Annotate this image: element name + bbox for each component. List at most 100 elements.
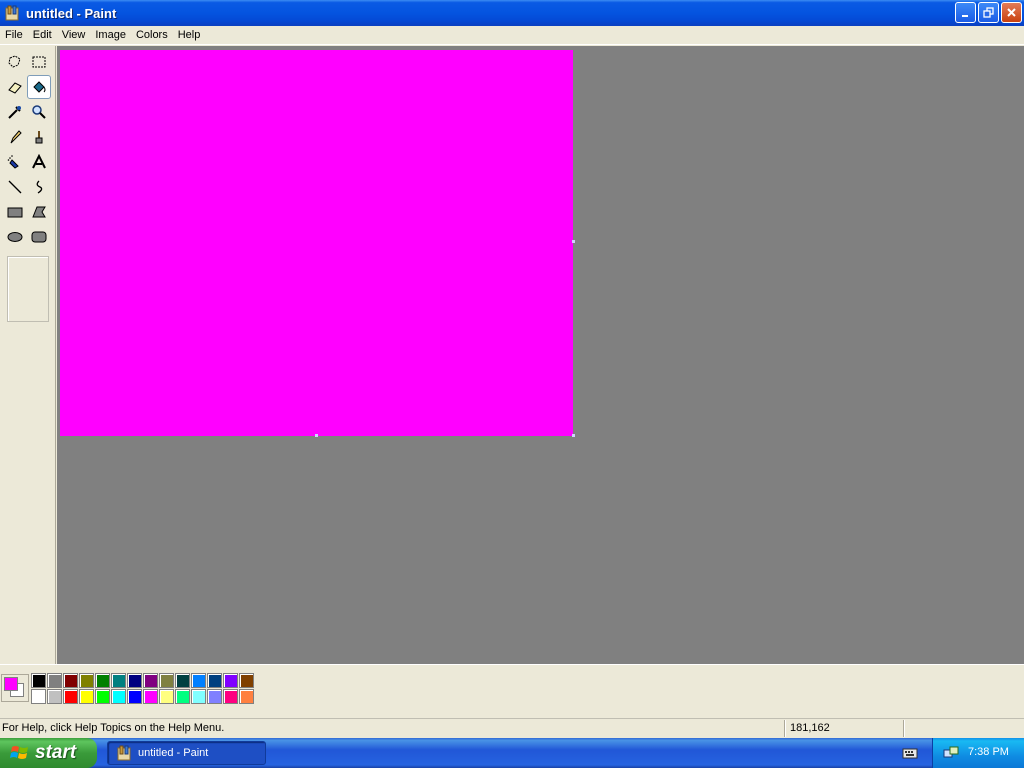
rounded-rect-icon (31, 231, 47, 243)
eraser-tool[interactable] (3, 75, 27, 99)
menu-file[interactable]: File (0, 27, 28, 44)
status-bar: For Help, click Help Topics on the Help … (0, 718, 1024, 738)
palette-swatch[interactable] (223, 673, 238, 688)
eyedropper-icon (8, 106, 21, 119)
palette-swatch[interactable] (63, 673, 78, 688)
palette-swatch[interactable] (175, 673, 190, 688)
palette-swatch[interactable] (207, 673, 222, 688)
palette-swatch[interactable] (31, 689, 46, 704)
title-bar[interactable]: untitled - Paint (0, 0, 1024, 26)
airbrush-tool[interactable] (3, 150, 27, 174)
curve-tool[interactable] (27, 175, 51, 199)
palette-swatch[interactable] (143, 689, 158, 704)
restore-icon (983, 7, 994, 18)
palette-swatch[interactable] (127, 689, 142, 704)
select-tool[interactable] (27, 50, 51, 74)
free-form-select-tool[interactable] (3, 50, 27, 74)
polygon-icon (32, 206, 46, 218)
start-label: start (35, 742, 77, 763)
palette-swatch[interactable] (191, 673, 206, 688)
resize-handle-corner[interactable] (572, 434, 575, 437)
polygon-tool[interactable] (27, 200, 51, 224)
palette-swatch[interactable] (31, 673, 46, 688)
network-icon[interactable] (943, 745, 959, 761)
foreground-color (4, 677, 18, 691)
color-box (0, 664, 1024, 714)
menu-bar: File Edit View Image Colors Help (0, 26, 1024, 45)
pencil-tool[interactable] (3, 125, 27, 149)
line-icon (8, 180, 22, 194)
drawing-workspace[interactable] (57, 46, 1024, 664)
palette-swatch[interactable] (95, 689, 110, 704)
palette-swatch[interactable] (223, 689, 238, 704)
pencil-icon (10, 130, 22, 144)
close-icon (1007, 8, 1016, 17)
resize-handle-bottom[interactable] (315, 434, 318, 437)
palette-swatch[interactable] (239, 689, 254, 704)
menu-help[interactable]: Help (173, 27, 206, 44)
palette-swatch[interactable] (239, 673, 254, 688)
rounded-rectangle-tool[interactable] (27, 225, 51, 249)
free-form-select-icon (8, 55, 21, 68)
palette-swatch[interactable] (159, 673, 174, 688)
magnifier-tool[interactable] (27, 100, 51, 124)
text-tool[interactable] (27, 150, 51, 174)
palette-swatch[interactable] (127, 673, 142, 688)
current-colors (1, 674, 29, 702)
brush-tool[interactable] (27, 125, 51, 149)
rectangle-icon (7, 207, 23, 218)
restore-button[interactable] (978, 2, 999, 23)
menu-edit[interactable]: Edit (28, 27, 57, 44)
text-icon (32, 154, 46, 169)
palette-swatch[interactable] (111, 689, 126, 704)
menu-image[interactable]: Image (90, 27, 131, 44)
rectangle-tool[interactable] (3, 200, 27, 224)
system-tray: 7:38 PM (932, 738, 1024, 768)
start-button[interactable]: start (0, 738, 97, 768)
close-button[interactable] (1001, 2, 1022, 23)
brush-icon (35, 131, 43, 144)
palette-swatch[interactable] (47, 689, 62, 704)
pick-color-tool[interactable] (3, 100, 27, 124)
palette-swatch[interactable] (207, 689, 222, 704)
palette-swatch[interactable] (79, 673, 94, 688)
palette-swatch[interactable] (143, 673, 158, 688)
palette-swatch[interactable] (159, 689, 174, 704)
menu-colors[interactable]: Colors (131, 27, 173, 44)
windows-logo-icon (10, 746, 28, 759)
ellipse-tool[interactable] (3, 225, 27, 249)
palette-swatch[interactable] (111, 673, 126, 688)
paint-app-icon (117, 745, 131, 761)
minimize-button[interactable] (955, 2, 976, 23)
status-divider (903, 720, 904, 737)
resize-handle-right[interactable] (572, 240, 575, 243)
keyboard-icon[interactable] (902, 746, 918, 760)
palette-swatch[interactable] (191, 689, 206, 704)
curve-icon (36, 180, 43, 194)
clock[interactable]: 7:38 PM (968, 746, 1009, 758)
airbrush-icon (7, 155, 19, 169)
tool-box (0, 46, 56, 664)
taskbar: start untitled - Paint 7:38 PM (0, 738, 1024, 768)
palette-swatch[interactable] (79, 689, 94, 704)
palette-swatch[interactable] (63, 689, 78, 704)
line-tool[interactable] (3, 175, 27, 199)
palette-swatch[interactable] (95, 673, 110, 688)
palette-swatch[interactable] (175, 689, 190, 704)
paint-bucket-icon (33, 81, 46, 93)
fill-with-color-tool[interactable] (27, 75, 51, 99)
rect-select-icon (32, 56, 46, 68)
taskbar-paint-button[interactable]: untitled - Paint (107, 741, 266, 765)
drawing-canvas[interactable] (60, 50, 573, 436)
palette-swatch[interactable] (47, 673, 62, 688)
status-divider (784, 720, 785, 737)
status-help-text: For Help, click Help Topics on the Help … (2, 722, 225, 734)
menu-view[interactable]: View (57, 27, 91, 44)
paint-app-icon[interactable] (4, 5, 20, 21)
eraser-icon (8, 82, 22, 94)
tool-options-panel[interactable] (7, 256, 49, 322)
minimize-icon (962, 15, 968, 17)
status-coordinates: 181,162 (790, 722, 830, 734)
ellipse-icon (7, 232, 23, 242)
window-title: untitled - Paint (26, 5, 117, 21)
